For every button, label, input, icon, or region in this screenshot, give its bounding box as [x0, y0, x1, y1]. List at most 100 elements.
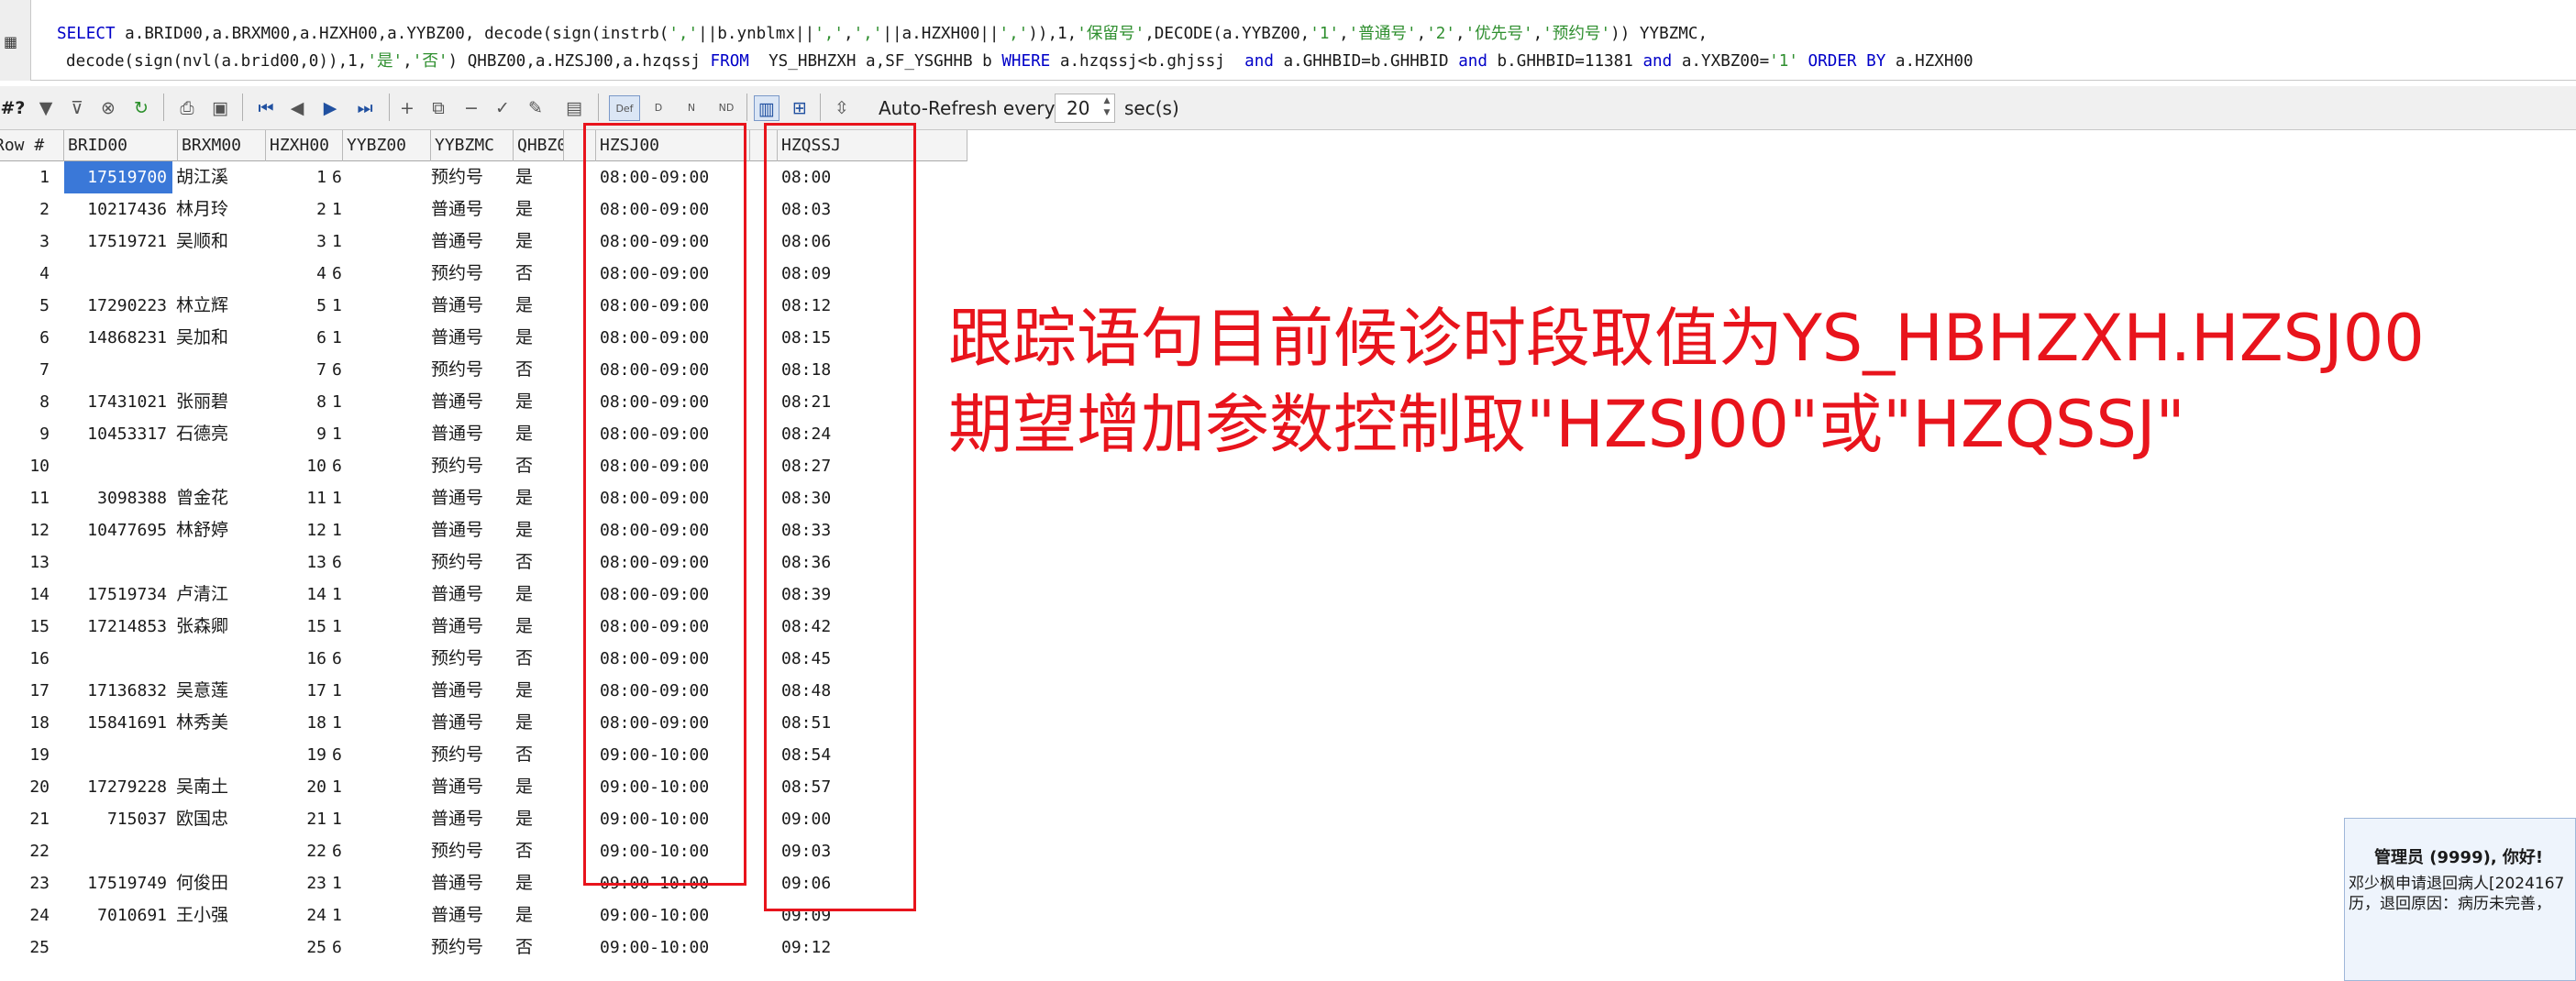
- yybz00-cell[interactable]: 6: [332, 354, 352, 386]
- row-number-cell[interactable]: 24: [0, 899, 55, 931]
- brxm00-cell[interactable]: 欧国忠: [176, 803, 264, 835]
- qhbz00-cell[interactable]: 是: [515, 514, 561, 546]
- yybz00-cell[interactable]: 1: [332, 482, 352, 514]
- brxm00-cell[interactable]: [176, 450, 264, 482]
- brid00-cell[interactable]: 10477695: [64, 514, 172, 546]
- brxm00-cell[interactable]: 吴顺和: [176, 226, 264, 258]
- def-button[interactable]: Def: [609, 95, 640, 121]
- brid00-cell[interactable]: 15841691: [64, 707, 172, 739]
- hzxh00-cell[interactable]: 8: [266, 386, 332, 418]
- hzxh00-cell[interactable]: 2: [266, 193, 332, 226]
- row-number-cell[interactable]: 13: [0, 546, 55, 579]
- filter-clear-icon[interactable]: ⊽: [64, 95, 90, 121]
- brid00-cell[interactable]: 17136832: [64, 675, 172, 707]
- brxm00-cell[interactable]: 林立辉: [176, 290, 264, 322]
- notification-popup[interactable]: 管理员 (9999), 你好! 邓少枫申请退回病人[2024167 历，退回原因…: [2344, 818, 2576, 981]
- qhbz00-cell[interactable]: 是: [515, 707, 561, 739]
- qhbz00-cell[interactable]: 是: [515, 482, 561, 514]
- yybz00-cell[interactable]: 1: [332, 386, 352, 418]
- yybz00-cell[interactable]: 1: [332, 290, 352, 322]
- row-number-cell[interactable]: 19: [0, 739, 55, 771]
- notification-text[interactable]: 邓少枫申请退回病人[2024167 历，退回原因：病历未完善，: [2349, 874, 2575, 914]
- column-header-yybzmc[interactable]: YYBZMC: [431, 130, 514, 161]
- qhbz00-cell[interactable]: 是: [515, 226, 561, 258]
- brxm00-cell[interactable]: 石德亮: [176, 418, 264, 450]
- brid00-cell[interactable]: 17519749: [64, 867, 172, 899]
- brid00-cell[interactable]: 715037: [64, 803, 172, 835]
- qhbz00-cell[interactable]: 是: [515, 771, 561, 803]
- row-number-cell[interactable]: 21: [0, 803, 55, 835]
- hzxh00-cell[interactable]: 7: [266, 354, 332, 386]
- yybzmc-cell[interactable]: 普通号: [431, 771, 514, 803]
- row-number-cell[interactable]: 25: [0, 931, 55, 964]
- brxm00-cell[interactable]: [176, 835, 264, 867]
- hzxh00-cell[interactable]: 4: [266, 258, 332, 290]
- row-number-cell[interactable]: 3: [0, 226, 55, 258]
- yybzmc-cell[interactable]: 普通号: [431, 579, 514, 611]
- yybzmc-cell[interactable]: 预约号: [431, 546, 514, 579]
- brxm00-cell[interactable]: 何俊田: [176, 867, 264, 899]
- hzxh00-cell[interactable]: 3: [266, 226, 332, 258]
- yybz00-cell[interactable]: 6: [332, 643, 352, 675]
- yybz00-cell[interactable]: 1: [332, 707, 352, 739]
- qhbz00-cell[interactable]: 是: [515, 867, 561, 899]
- brxm00-cell[interactable]: [176, 739, 264, 771]
- brxm00-cell[interactable]: 曾金花: [176, 482, 264, 514]
- column-header-brid00[interactable]: BRID00: [64, 130, 178, 161]
- hzxh00-cell[interactable]: 22: [266, 835, 332, 867]
- hzxh00-cell[interactable]: 10: [266, 450, 332, 482]
- qhbz00-cell[interactable]: 是: [515, 386, 561, 418]
- refresh-interval-spinner[interactable]: ▲ ▼: [1100, 95, 1113, 121]
- row-number-cell[interactable]: 6: [0, 322, 55, 354]
- qhbz00-cell[interactable]: 是: [515, 803, 561, 835]
- qhbz00-cell[interactable]: 否: [515, 931, 561, 964]
- brxm00-cell[interactable]: 王小强: [176, 899, 264, 931]
- yybz00-cell[interactable]: 1: [332, 803, 352, 835]
- column-header-row-[interactable]: Row #: [0, 130, 64, 161]
- brxm00-cell[interactable]: 吴意莲: [176, 675, 264, 707]
- yybz00-cell[interactable]: 6: [332, 450, 352, 482]
- yybz00-cell[interactable]: 6: [332, 161, 352, 193]
- row-number-cell[interactable]: 23: [0, 867, 55, 899]
- yybzmc-cell[interactable]: 普通号: [431, 193, 514, 226]
- qhbz00-cell[interactable]: 是: [515, 193, 561, 226]
- brxm00-cell[interactable]: 林秀美: [176, 707, 264, 739]
- hzxh00-cell[interactable]: 14: [266, 579, 332, 611]
- yybzmc-cell[interactable]: 预约号: [431, 450, 514, 482]
- yybz00-cell[interactable]: 1: [332, 611, 352, 643]
- brxm00-cell[interactable]: [176, 643, 264, 675]
- brxm00-cell[interactable]: [176, 354, 264, 386]
- qhbz00-cell[interactable]: 是: [515, 579, 561, 611]
- qhbz00-cell[interactable]: 是: [515, 899, 561, 931]
- qhbz00-cell[interactable]: 否: [515, 835, 561, 867]
- n-button[interactable]: N: [679, 95, 704, 121]
- sql-line-2[interactable]: decode(sign(nvl(a.brid00,0)),1,'是','否') …: [66, 50, 1973, 73]
- yybzmc-cell[interactable]: 普通号: [431, 803, 514, 835]
- hzxh00-cell[interactable]: 1: [266, 161, 332, 193]
- next-record-icon[interactable]: ▶: [317, 95, 343, 121]
- brid00-cell[interactable]: 3098388: [64, 482, 172, 514]
- yybzmc-cell[interactable]: 普通号: [431, 707, 514, 739]
- hzxh00-cell[interactable]: 9: [266, 418, 332, 450]
- yybzmc-cell[interactable]: 预约号: [431, 258, 514, 290]
- brxm00-cell[interactable]: 胡江溪: [176, 161, 264, 193]
- qhbz00-cell[interactable]: 是: [515, 418, 561, 450]
- column-header-hzxh00[interactable]: HZXH00: [266, 130, 343, 161]
- yybzmc-cell[interactable]: 普通号: [431, 514, 514, 546]
- qhbz00-cell[interactable]: 否: [515, 450, 561, 482]
- first-record-icon[interactable]: ⏮: [253, 95, 279, 121]
- row-number-cell[interactable]: 10: [0, 450, 55, 482]
- brxm00-cell[interactable]: 吴南土: [176, 771, 264, 803]
- previous-record-icon[interactable]: ◀: [284, 95, 310, 121]
- qhbz00-cell[interactable]: 否: [515, 739, 561, 771]
- column-header-qhbz00[interactable]: QHBZ00: [514, 130, 564, 161]
- brxm00-cell[interactable]: 张丽碧: [176, 386, 264, 418]
- row-number-cell[interactable]: 8: [0, 386, 55, 418]
- yybzmc-cell[interactable]: 预约号: [431, 835, 514, 867]
- brid00-cell[interactable]: [64, 643, 172, 675]
- yybzmc-cell[interactable]: 预约号: [431, 739, 514, 771]
- yybz00-cell[interactable]: 1: [332, 867, 352, 899]
- export-icon[interactable]: ⇳: [829, 95, 855, 121]
- yybz00-cell[interactable]: 1: [332, 579, 352, 611]
- row-number-cell[interactable]: 9: [0, 418, 55, 450]
